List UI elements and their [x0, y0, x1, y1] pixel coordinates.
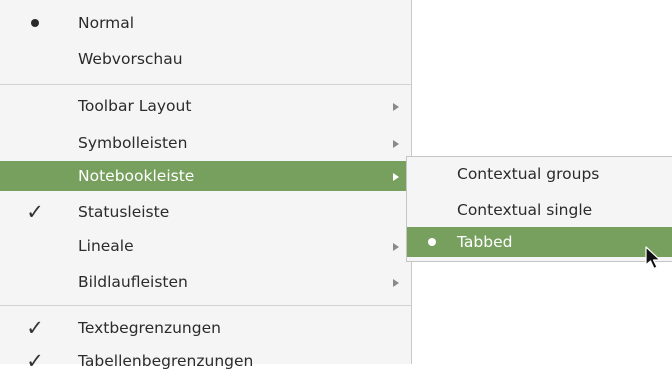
- check-icon: ✓: [26, 316, 44, 340]
- menu-item-lineale[interactable]: Lineale: [0, 231, 411, 261]
- menu-item-label: Statusleiste: [78, 203, 170, 221]
- submenu-arrow-icon: [393, 103, 399, 111]
- menu-item-label: Notebookleiste: [78, 167, 195, 185]
- menu-item-bildlaufleisten[interactable]: Bildlaufleisten: [0, 267, 411, 297]
- mouse-pointer-icon: [645, 246, 661, 270]
- menu-item-label: Lineale: [78, 237, 134, 255]
- submenu-item-contextual-groups[interactable]: Contextual groups: [407, 159, 672, 189]
- radio-dot-icon: [22, 8, 48, 38]
- submenu-item-tabbed[interactable]: Tabbed: [407, 227, 672, 257]
- menu-item-label: Textbegrenzungen: [78, 319, 221, 337]
- menu-separator: [0, 84, 411, 85]
- menu-item-label: Webvorschau: [78, 50, 183, 68]
- submenu-item-label: Contextual single: [457, 201, 593, 219]
- menu-item-normal[interactable]: Normal: [0, 8, 411, 38]
- menu-item-symbolleisten[interactable]: Symbolleisten: [0, 128, 411, 158]
- submenu-item-label: Contextual groups: [457, 165, 600, 183]
- submenu-arrow-icon: [393, 173, 399, 181]
- menu-item-label: Symbolleisten: [78, 134, 188, 152]
- menu-item-webvorschau[interactable]: Webvorschau: [0, 44, 411, 74]
- notebookleiste-submenu: Contextual groups Contextual single Tabb…: [406, 156, 672, 262]
- menu-item-tabellenbegrenzungen[interactable]: ✓ Tabellenbegrenzungen: [0, 346, 411, 376]
- menu-item-label: Tabellenbegrenzungen: [78, 352, 254, 370]
- submenu-arrow-icon: [393, 140, 399, 148]
- menu-item-label: Toolbar Layout: [78, 97, 192, 115]
- submenu-arrow-icon: [393, 243, 399, 251]
- submenu-arrow-icon: [393, 279, 399, 287]
- menu-item-notebookleiste[interactable]: Notebookleiste: [0, 161, 411, 191]
- radio-dot-icon: [421, 227, 443, 257]
- view-menu: Normal Webvorschau Toolbar Layout Symbol…: [0, 0, 412, 373]
- menu-item-label: Bildlaufleisten: [78, 273, 188, 291]
- menu-item-textbegrenzungen[interactable]: ✓ Textbegrenzungen: [0, 313, 411, 343]
- menu-separator: [0, 305, 411, 306]
- check-icon: ✓: [26, 200, 44, 224]
- check-icon: ✓: [26, 349, 44, 373]
- submenu-item-contextual-single[interactable]: Contextual single: [407, 195, 672, 225]
- menu-item-statusleiste[interactable]: ✓ Statusleiste: [0, 197, 411, 227]
- menu-item-label: Normal: [78, 14, 135, 32]
- submenu-item-label: Tabbed: [457, 233, 513, 251]
- menu-item-toolbar-layout[interactable]: Toolbar Layout: [0, 91, 411, 121]
